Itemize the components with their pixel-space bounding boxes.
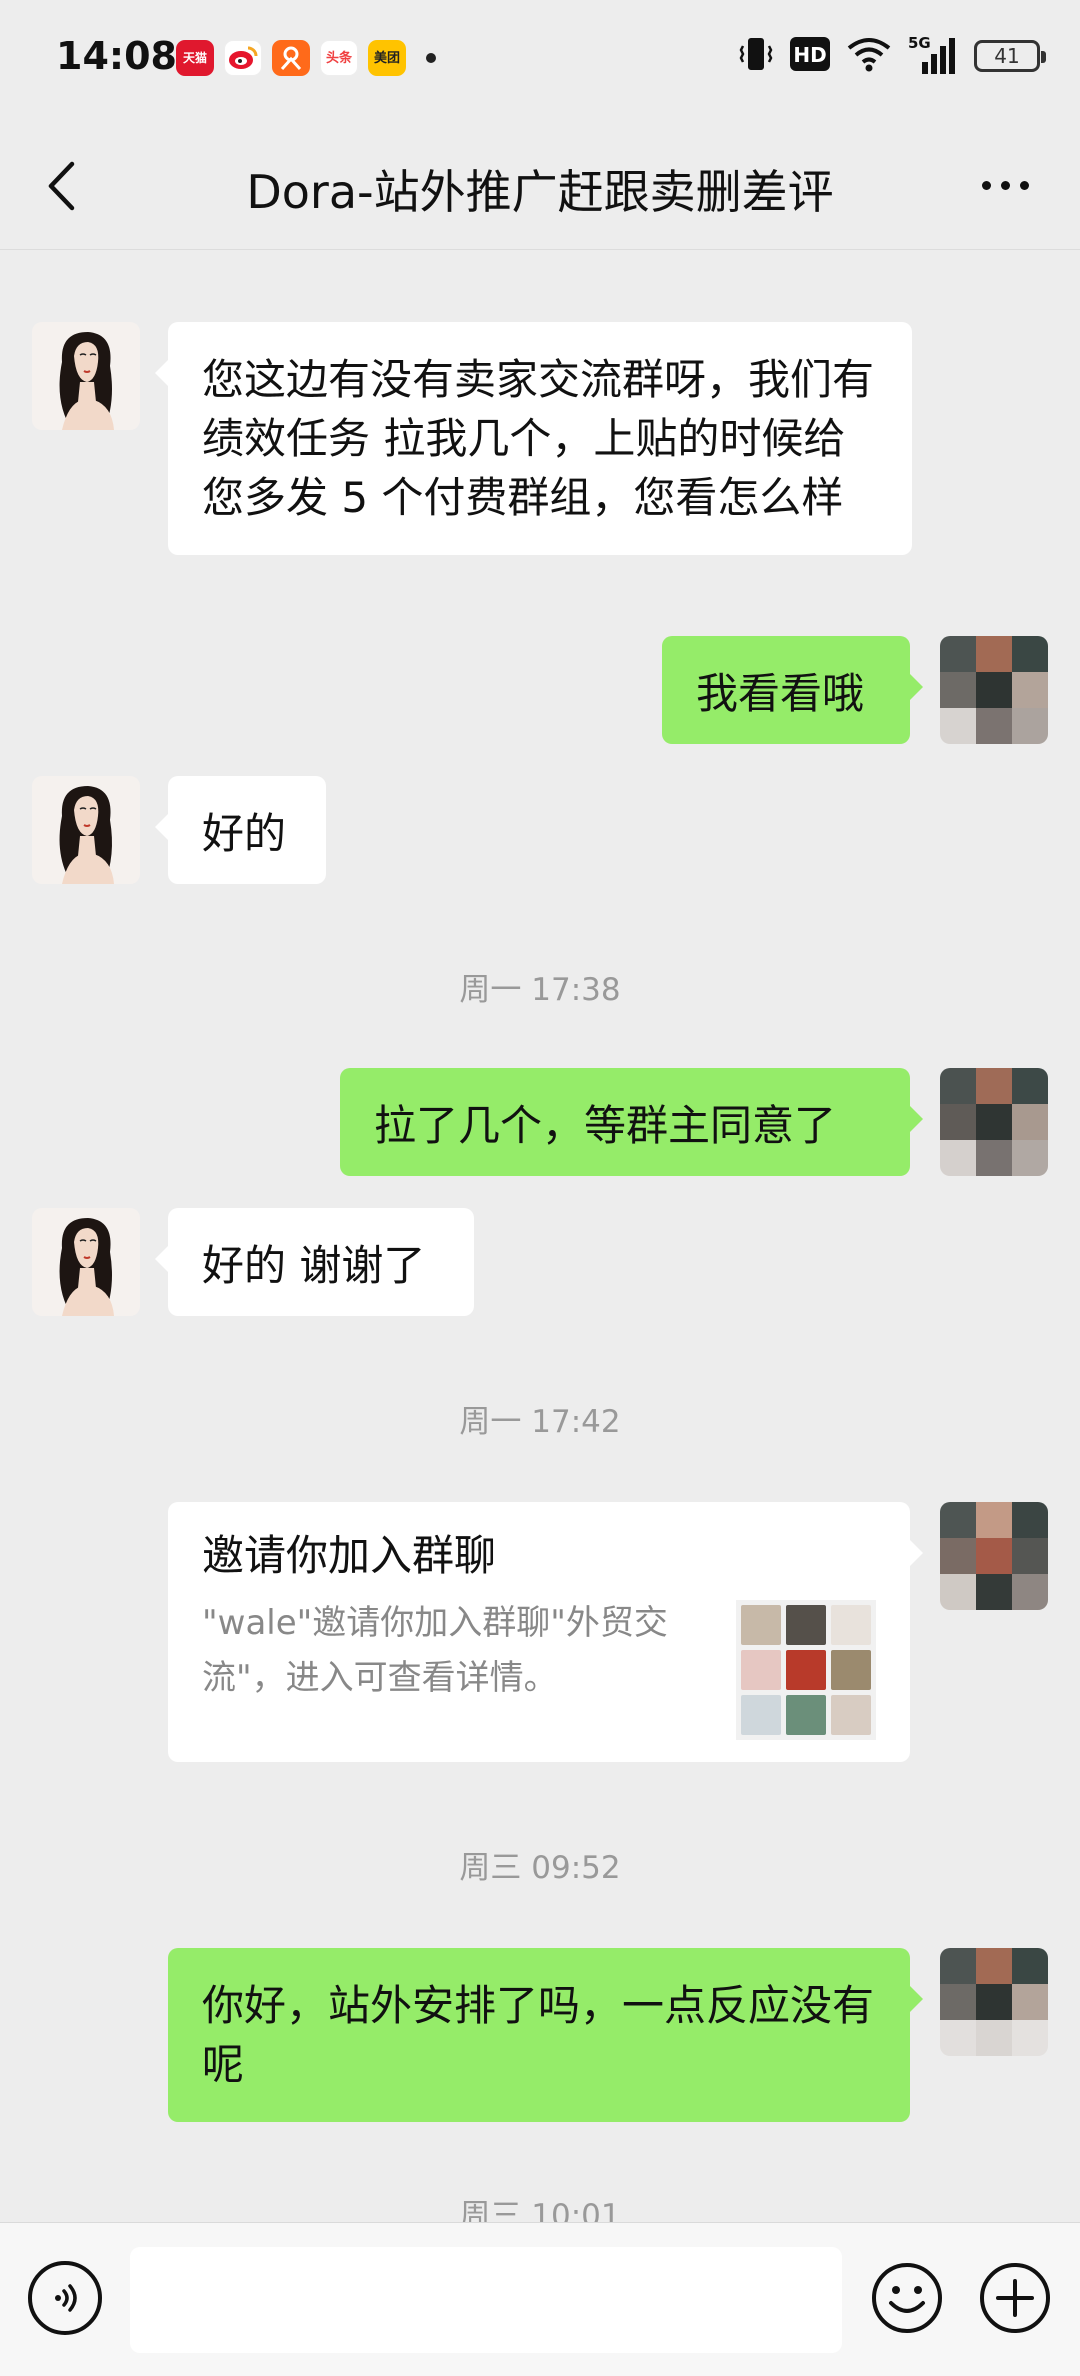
- my-avatar[interactable]: [940, 1068, 1048, 1176]
- battery-icon: 41: [974, 40, 1046, 72]
- chat-title: Dora-站外推广赶跟卖删差评: [246, 165, 834, 219]
- pixelated-avatar: [940, 1502, 1048, 1610]
- message-timestamp: 周一 17:42: [459, 1404, 621, 1440]
- more-dot: [981, 180, 991, 190]
- more-functions-button[interactable]: [978, 2261, 1052, 2335]
- woman-portrait-icon: [32, 322, 140, 430]
- plus-icon: [980, 2263, 1050, 2333]
- taobao-orange-icon: [272, 40, 310, 76]
- battery-level: 41: [994, 44, 1020, 68]
- more-dot: [1000, 180, 1010, 190]
- my-avatar[interactable]: [940, 636, 1048, 744]
- wifi-icon: [846, 36, 892, 76]
- svg-text:HD: HD: [793, 43, 826, 67]
- toutiao-icon: 头条: [320, 40, 358, 76]
- vibrate-icon: [738, 34, 774, 78]
- invite-title: 邀请你加入群聊: [202, 1531, 497, 1580]
- group-thumbnail: [736, 1600, 876, 1740]
- message-bubble-sent[interactable]: 你好，站外安排了吗，一点反应没有呢: [168, 1948, 923, 2122]
- message-bubble-sent[interactable]: 我看看哦: [662, 636, 923, 744]
- weibo-icon: [224, 40, 262, 76]
- more-options-button[interactable]: [970, 160, 1040, 210]
- pixelated-avatar: [940, 1948, 1048, 2056]
- notification-icons: 天猫 头条 美团: [176, 40, 436, 76]
- message-list[interactable]: 您这边有没有卖家交流群呀，我们有绩效任务 拉我几个，上贴的时候给您多发 5 个付…: [0, 250, 1080, 2222]
- group-invite-card[interactable]: 邀请你加入群聊 "wale"邀请你加入群聊"外贸交流"，进入可查看详情。: [168, 1502, 923, 1762]
- more-notifications-dot: [426, 53, 436, 63]
- contact-avatar[interactable]: [32, 322, 140, 430]
- voice-icon: [55, 2284, 77, 2312]
- my-avatar[interactable]: [940, 1502, 1048, 1610]
- message-bubble-received[interactable]: 好的: [155, 776, 326, 884]
- system-icons: HD 5G 41: [738, 34, 1046, 78]
- message-bubble-received[interactable]: 好的 谢谢了: [155, 1208, 474, 1316]
- message-input[interactable]: [130, 2247, 842, 2353]
- pixelated-avatar: [940, 636, 1048, 744]
- message-timestamp: 周一 17:38: [459, 972, 621, 1008]
- woman-portrait-icon: [32, 776, 140, 884]
- message-timestamp: 周三 09:52: [459, 1850, 621, 1886]
- contact-avatar[interactable]: [32, 1208, 140, 1316]
- message-timestamp: 周三 10:01: [459, 2198, 621, 2222]
- taobao-icon: 天猫: [176, 40, 214, 76]
- cellular-signal-icon: 5G: [908, 34, 958, 76]
- voice-input-button[interactable]: [28, 2261, 102, 2335]
- meituan-icon: 美团: [368, 40, 406, 76]
- woman-portrait-icon: [32, 1208, 140, 1316]
- contact-avatar[interactable]: [32, 776, 140, 884]
- emoji-button[interactable]: [870, 2261, 944, 2335]
- hd-icon: HD: [790, 37, 830, 75]
- smiley-icon: [872, 2263, 942, 2333]
- my-avatar[interactable]: [940, 1948, 1048, 2056]
- chat-input-bar: [0, 2222, 1080, 2376]
- more-dot: [1019, 180, 1029, 190]
- status-bar: 14:08 天猫 头条 美团 HD 5G 41: [0, 0, 1080, 120]
- message-bubble-received[interactable]: 您这边有没有卖家交流群呀，我们有绩效任务 拉我几个，上贴的时候给您多发 5 个付…: [155, 322, 912, 555]
- pixelated-avatar: [940, 1068, 1048, 1176]
- chat-header: Dora-站外推广赶跟卖删差评: [0, 120, 1080, 250]
- invite-description: "wale"邀请你加入群聊"外贸交流"，进入可查看详情。: [202, 1603, 668, 1698]
- message-bubble-sent[interactable]: 拉了几个，等群主同意了: [340, 1068, 923, 1176]
- status-time: 14:08: [56, 34, 177, 78]
